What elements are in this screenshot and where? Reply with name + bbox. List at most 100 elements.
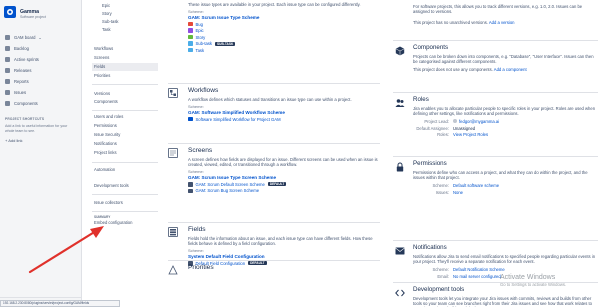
board-icon: [5, 35, 10, 40]
sidebar-item-gam-board[interactable]: GAM board ⌄: [0, 32, 82, 43]
settings-item-epic[interactable]: Epic: [92, 2, 158, 10]
notifications-email-label: Email:: [437, 273, 449, 279]
scheme-label: Scheme:: [188, 248, 204, 254]
issue-type-name: Bug: [195, 21, 203, 27]
default-assignee-label: Default Assignee:: [416, 125, 449, 131]
settings-nav: Epic Story Sub-task Task Workflows Scree…: [92, 0, 158, 307]
priorities-title: Priorities: [188, 264, 214, 271]
versions-card: For software projects, this allows you t…: [393, 0, 598, 38]
settings-item-screens[interactable]: Screens: [92, 54, 158, 62]
view-project-roles-link[interactable]: View Project Roles: [453, 132, 488, 137]
components-icon: [395, 46, 405, 56]
versions-note-text: This project has no unarchived versions.: [413, 20, 488, 26]
versions-description: For software projects, this allows you t…: [413, 4, 583, 15]
permissions-scheme-row: Scheme: Default software scheme: [413, 183, 597, 188]
settings-item-task[interactable]: Task: [92, 26, 158, 34]
settings-item-development-tools[interactable]: Development tools: [92, 182, 158, 190]
screen-item-label: GAM: Scrum Default Screen Scheme: [195, 181, 265, 187]
add-link-button[interactable]: + Add link: [5, 138, 22, 143]
issue-security-link[interactable]: None: [453, 190, 463, 195]
roles-card: Roles Jira enables you to allocate parti…: [393, 92, 598, 154]
settings-item-sub-task[interactable]: Sub-task: [92, 18, 158, 26]
issue-types-body: These issue types are available in your …: [188, 2, 378, 53]
add-component-link[interactable]: Add a component: [494, 67, 527, 72]
components-card: Components Projects can be broken down i…: [393, 40, 598, 90]
settings-item-story[interactable]: Story: [92, 10, 158, 18]
workflow-item[interactable]: Software Simplified Workflow for Project…: [188, 117, 378, 122]
add-version-link[interactable]: Add a version: [489, 20, 515, 25]
settings-item-users-and-roles[interactable]: Users and roles: [92, 113, 158, 121]
sidebar-item-label: Active sprints: [14, 57, 39, 62]
screens-card: Screens A screen defines how fields are …: [168, 143, 380, 215]
project-lead-label: Project Lead:: [424, 119, 449, 125]
settings-item-components[interactable]: Components: [92, 98, 158, 106]
sidebar-item-active-sprints[interactable]: Active sprints: [0, 54, 82, 65]
workflow-item-icon: [188, 116, 193, 122]
embed-configuration-link[interactable]: Embed configuration: [92, 219, 158, 227]
default-badge: DEFAULT: [267, 182, 287, 187]
fields-description: Fields hold the information about an iss…: [188, 236, 373, 247]
sidebar-nav: GAM board ⌄ Backlog Active sprints Relea…: [0, 32, 82, 109]
settings-item-versions[interactable]: Versions: [92, 90, 158, 98]
chevron-down-icon: ⌄: [38, 35, 42, 40]
sidebar-item-components[interactable]: Components: [0, 98, 82, 109]
field-configuration-scheme-link[interactable]: System Default Field Configuration: [188, 254, 378, 259]
dev-tools-title: Development tools: [413, 286, 465, 293]
roles-description: Jira enables you to allocate particular …: [413, 106, 596, 117]
workflow-item-label: Software Simplified Workflow for Project…: [195, 116, 281, 122]
sidebar-item-issues[interactable]: Issues: [0, 87, 82, 98]
issue-type-story[interactable]: Story: [188, 35, 378, 40]
project-lead-value[interactable]: fedgor@mygamma.ai: [459, 119, 499, 124]
issue-type-epic[interactable]: Epic: [188, 28, 378, 33]
permission-scheme-link[interactable]: Default software scheme: [453, 183, 499, 188]
sidebar-item-releases[interactable]: Releases: [0, 65, 82, 76]
settings-item-automation[interactable]: Automation: [92, 166, 158, 174]
notification-scheme-link[interactable]: Default Notification Scheme: [453, 267, 505, 272]
settings-item-workflows[interactable]: Workflows: [92, 45, 158, 53]
settings-item-project-links[interactable]: Project links: [92, 149, 158, 157]
chart-icon: [5, 79, 10, 84]
sidebar-item-backlog[interactable]: Backlog: [0, 43, 82, 54]
priorities-card: Priorities: [168, 260, 380, 307]
issue-type-bug[interactable]: Bug: [188, 22, 378, 27]
settings-item-priorities[interactable]: Priorities: [92, 72, 158, 80]
watermark-subtitle: Go to Settings to activate Windows.: [500, 282, 567, 287]
settings-item-issue-collectors[interactable]: Issue collectors: [92, 199, 158, 207]
permissions-card: Permissions Permissions define who can a…: [393, 156, 598, 206]
screen-scheme-item[interactable]: GAM: Scrum Bug Screen Scheme: [188, 188, 378, 193]
roles-body: Roles Jira enables you to allocate parti…: [413, 96, 597, 137]
task-icon: [188, 47, 193, 53]
notifications-description: Notifications allow Jira to send email n…: [413, 254, 596, 265]
screen-scheme-item[interactable]: GAM: Scrum Default Screen Scheme DEFAULT: [188, 182, 378, 187]
components-note: This project does not use any components…: [413, 67, 597, 72]
sidebar-item-label: Components: [14, 101, 38, 106]
issue-type-scheme-link[interactable]: GAM: Scrum Issue Type Scheme: [188, 15, 378, 20]
components-icon: [5, 101, 10, 106]
workflow-scheme-link[interactable]: GAM: Software Simplified Workflow Scheme: [188, 110, 378, 115]
settings-item-permissions[interactable]: Permissions: [92, 122, 158, 130]
settings-item-notifications[interactable]: Notifications: [92, 140, 158, 148]
screen-scheme-link[interactable]: GAM: Scrum Issue Type Screen Scheme: [188, 175, 378, 180]
fields-title: Fields: [188, 226, 206, 233]
settings-item-fields[interactable]: Fields: [92, 63, 158, 71]
sprint-icon: [5, 57, 10, 62]
roles-label: Roles:: [437, 132, 449, 138]
epic-icon: [188, 28, 193, 33]
sub-task-badge: SUB-TASK: [215, 41, 236, 46]
sidebar-item-label: Reports: [14, 79, 29, 84]
issue-type-name: Sub-task: [195, 41, 213, 47]
mail-server-link[interactable]: No mail server configured: [453, 274, 501, 279]
screens-description: A screen defines how fields are displaye…: [188, 157, 378, 168]
issue-type-sub-task[interactable]: Sub-task SUB-TASK: [188, 41, 378, 46]
workflows-title: Workflows: [188, 87, 219, 94]
workflows-card: Workflows A workflow defines which statu…: [168, 83, 380, 136]
issue-type-task[interactable]: Task: [188, 48, 378, 53]
settings-item-issue-security[interactable]: Issue Security: [92, 131, 158, 139]
default-assignee-value: Unassigned: [453, 125, 476, 131]
permissions-description: Permissions define who can access a proj…: [413, 170, 588, 181]
fields-card: Fields Fields hold the information about…: [168, 222, 380, 266]
dev-tools-description: Development tools let you integrate your…: [413, 296, 592, 307]
code-icon: [395, 289, 405, 297]
sidebar-item-reports[interactable]: Reports: [0, 76, 82, 87]
permissions-title: Permissions: [413, 160, 447, 167]
